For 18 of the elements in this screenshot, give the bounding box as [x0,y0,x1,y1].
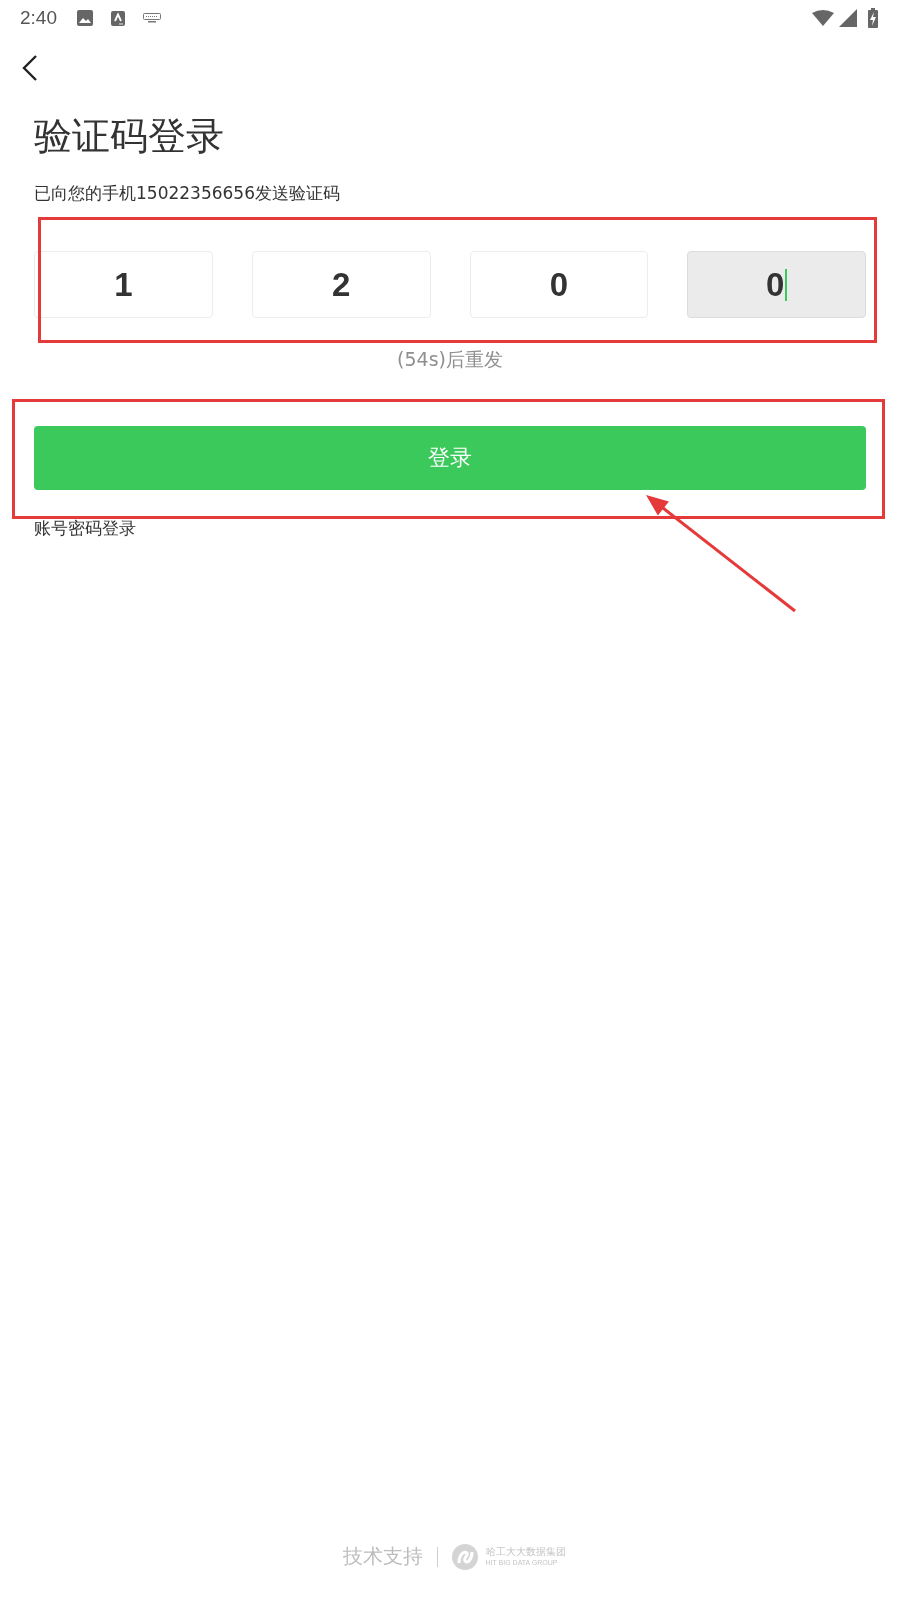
back-chevron-icon [22,54,38,82]
notification-icon [111,10,125,26]
code-input-field[interactable]: 0 [469,251,649,318]
status-time: 2:40 [20,7,57,29]
signal-icon [839,9,857,27]
code-input-field[interactable]: 1 [34,251,213,318]
code-input-field[interactable]: 2 [251,251,431,318]
tech-support-label: 技术支持 [342,1543,423,1570]
wifi-icon [812,10,834,26]
battery-charging-icon [868,8,878,28]
code-input-field[interactable]: 0 [687,251,866,318]
image-icon [77,10,93,26]
swirl-logo-icon [451,1543,478,1570]
password-login-link[interactable]: 账号密码登录 [34,518,136,538]
sent-code-message: 已向您的手机15022356656发送验证码 [34,182,341,204]
keyboard-icon [143,13,161,23]
text-cursor-icon [785,268,788,301]
page-title: 验证码登录 [34,113,225,160]
